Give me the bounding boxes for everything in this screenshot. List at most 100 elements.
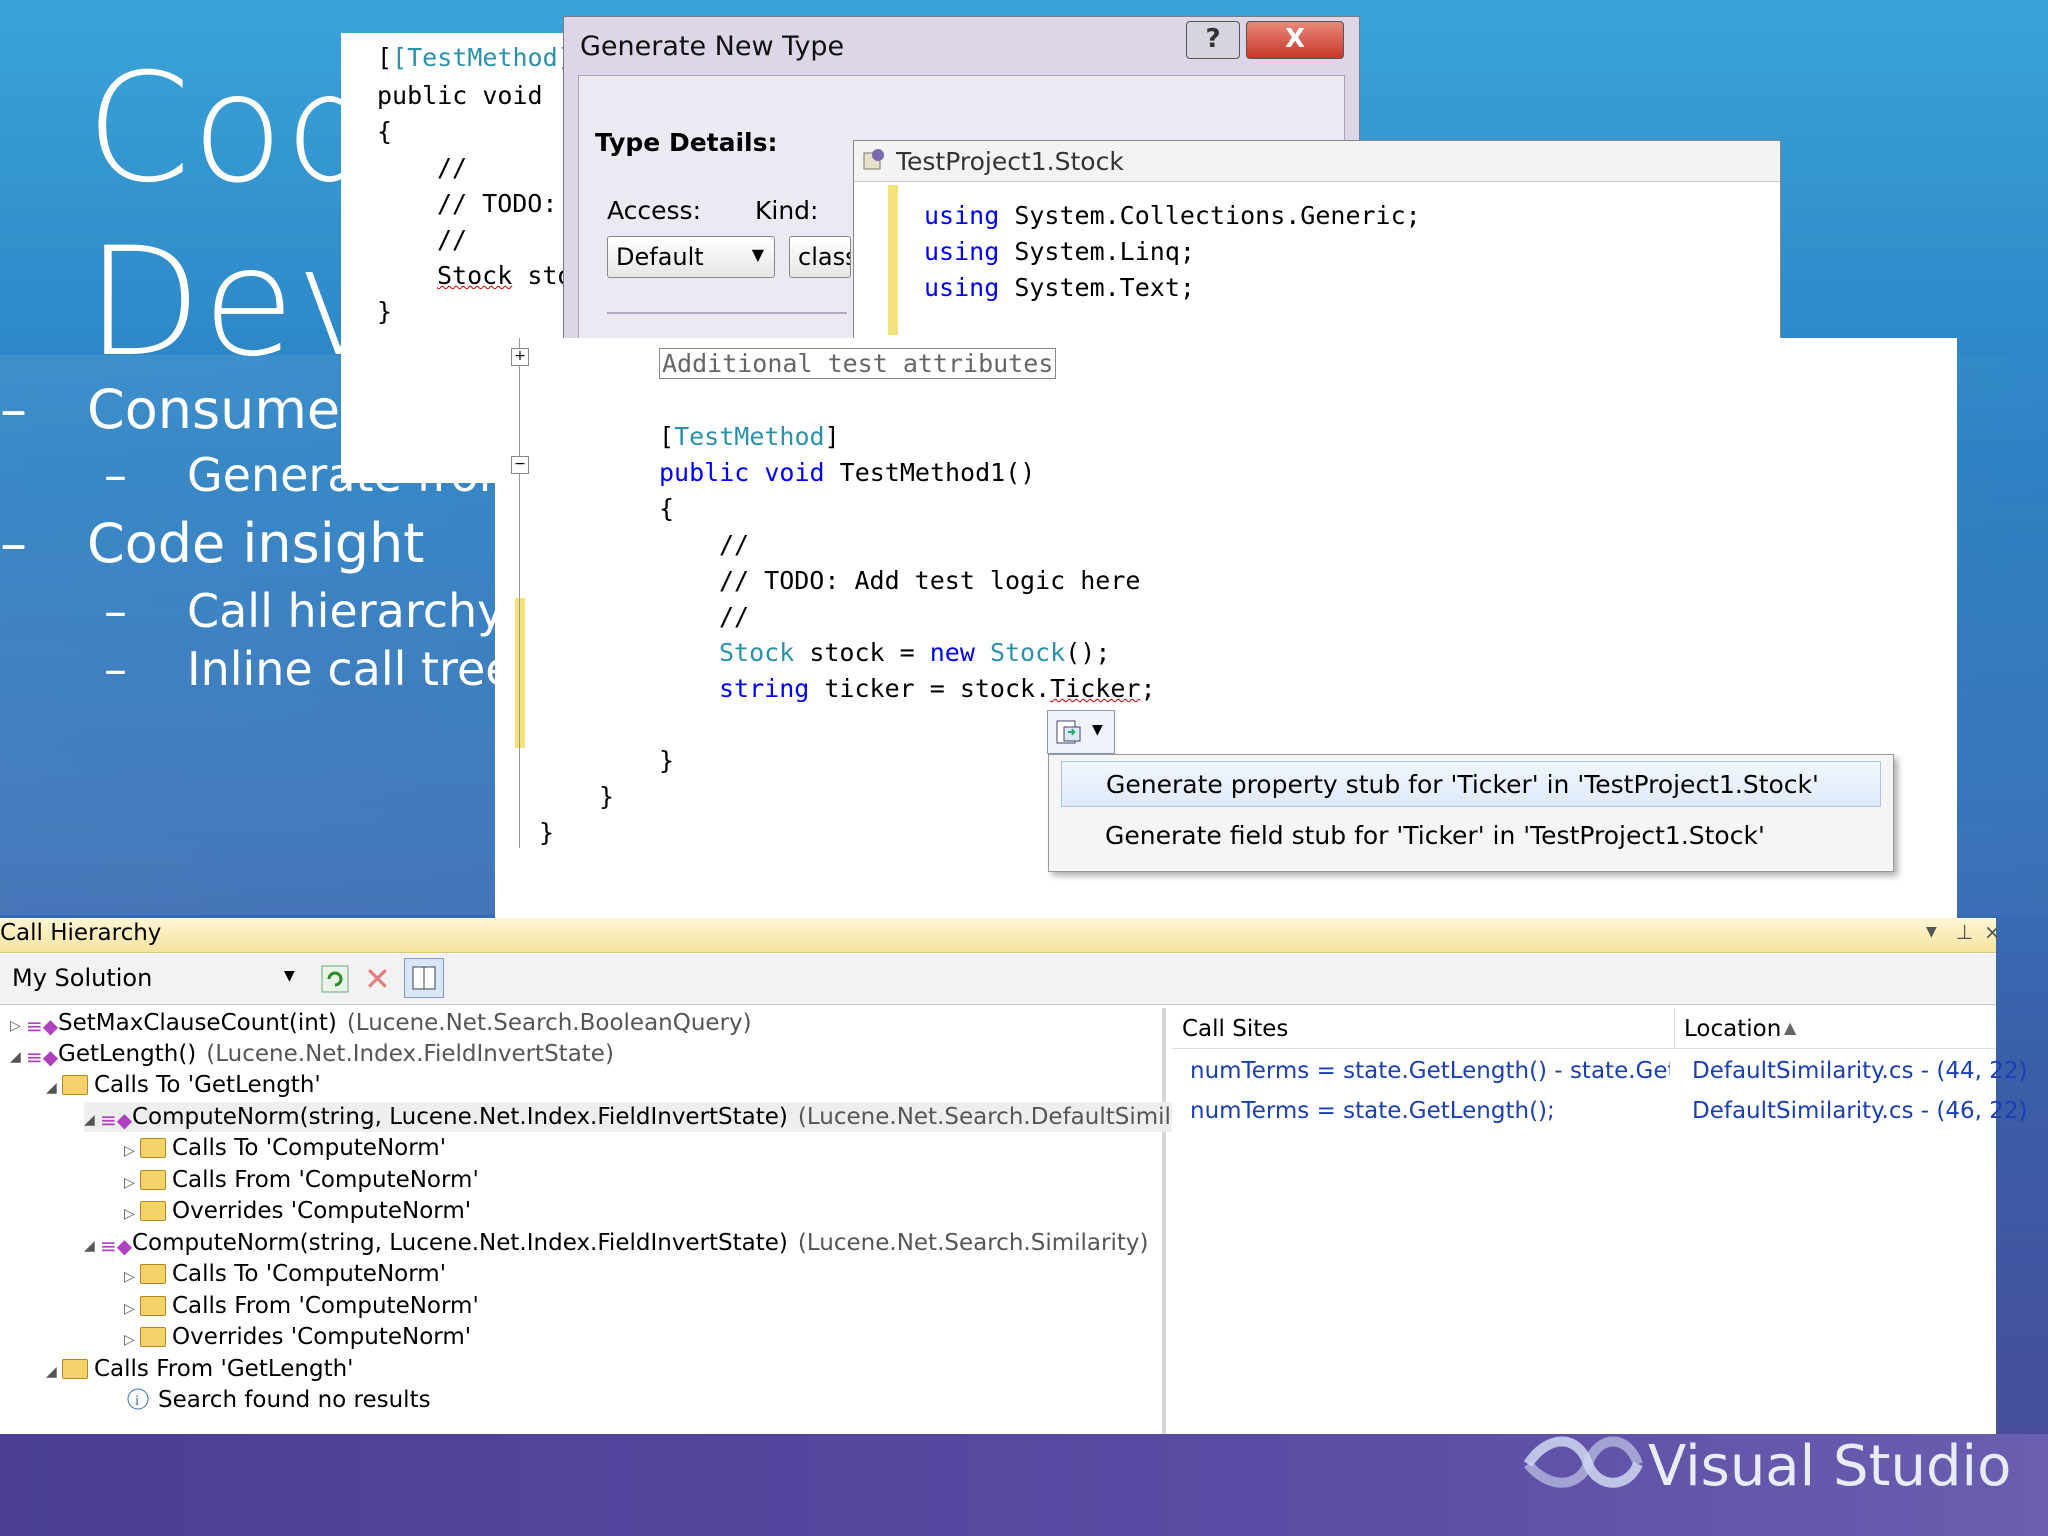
folder-icon (62, 1075, 88, 1095)
call-site-code: numTerms = state.GetLength() - state.Get… (1190, 1058, 1670, 1084)
bg-code-line: Stock sto (437, 261, 573, 290)
folder-icon (140, 1264, 166, 1284)
call-hierarchy-window: Call Hierarchy ▼ ⊥ × My Solution ▼ ✕ ▷ ≡◆… (0, 918, 2027, 1434)
expander-icon[interactable]: ▷ (124, 1136, 140, 1166)
smart-tag-button[interactable]: ▼ (1047, 710, 1115, 754)
window-menu-icon[interactable]: ▼ (1926, 924, 1937, 940)
node-label: SetMaxClauseCount(int) (58, 1010, 337, 1036)
node-label: Search found no results (158, 1387, 431, 1413)
scope-dropdown[interactable]: My Solution ▼ (4, 960, 300, 996)
bullet-dash: – (0, 378, 27, 441)
bg-code-line: public void (377, 81, 543, 110)
scope-value: My Solution (12, 964, 153, 992)
bg-code-line: [[TestMethod]] (377, 43, 588, 72)
tree-folder-node[interactable]: ▷ Calls To 'ComputeNorm' (124, 1133, 446, 1163)
bg-code-line: // (437, 153, 468, 182)
folder-icon (62, 1359, 88, 1379)
subbullet-text: Call hierarchy (187, 584, 505, 638)
refresh-icon[interactable] (320, 964, 350, 994)
column-call-sites[interactable]: Call Sites (1182, 1016, 1288, 1042)
close-button[interactable]: X (1246, 21, 1344, 59)
expander-icon[interactable]: ◢ (84, 1105, 100, 1135)
tree-folder-node[interactable]: ◢ Calls From 'GetLength' (46, 1354, 354, 1384)
code-line: // (719, 602, 750, 631)
folder-icon (140, 1138, 166, 1158)
using-line: using System.Collections.Generic; (924, 201, 1421, 230)
bullet-dash: – (0, 512, 27, 575)
expander-icon[interactable]: ▷ (124, 1294, 140, 1324)
type-preview-window: TestProject1.Stock using System.Collecti… (853, 140, 1781, 342)
bg-code-line: } (377, 297, 393, 326)
menu-item-generate-property[interactable]: Generate property stub for 'Ticker' in '… (1061, 761, 1881, 807)
tree-folder-node[interactable]: ▷ Calls To 'ComputeNorm' (124, 1259, 446, 1289)
toggle-details-pane-icon[interactable] (404, 958, 444, 998)
method-icon: ≡◆ (26, 1045, 59, 1069)
remove-icon[interactable]: ✕ (364, 960, 391, 998)
code-line: // TODO: Add test logic here (719, 566, 1141, 595)
expander-icon[interactable]: ▷ (124, 1199, 140, 1229)
method-icon: ≡◆ (26, 1014, 59, 1038)
node-context: (Lucene.Net.Search.DefaultSimilarity) (797, 1104, 1233, 1130)
tree-folder-node[interactable]: ▷ Overrides 'ComputeNorm' (124, 1322, 471, 1352)
menu-item-generate-field[interactable]: Generate field stub for 'Ticker' in 'Tes… (1061, 813, 1881, 859)
change-margin (515, 598, 525, 748)
call-tree[interactable]: ▷ ≡◆SetMaxClauseCount(int) (Lucene.Net.Sea… (0, 1008, 1239, 1434)
tree-method-node[interactable]: ◢ ≡◆ComputeNorm(string, Lucene.Net.Index.… (84, 1228, 1148, 1258)
kind-dropdown[interactable]: class (789, 236, 851, 278)
node-label: Calls From 'ComputeNorm' (172, 1167, 479, 1193)
bg-code-line: // (437, 225, 468, 254)
tree-folder-node[interactable]: ▷ Calls From 'ComputeNorm' (124, 1291, 479, 1321)
class-icon (862, 147, 886, 173)
change-margin (888, 185, 898, 335)
code-line: } (659, 746, 675, 775)
preview-title: TestProject1.Stock (896, 147, 1124, 176)
slide-subbullet: – Inline call tree (104, 642, 514, 696)
chevron-down-icon: ▼ (284, 968, 295, 984)
tree-folder-node[interactable]: ▷ Calls From 'ComputeNorm' (124, 1165, 479, 1195)
expander-icon[interactable]: ▷ (124, 1168, 140, 1198)
expand-icon[interactable]: + (511, 348, 529, 366)
call-sites-header: Call Sites Location ▲ (1172, 1008, 1996, 1049)
expander-icon[interactable]: ▷ (124, 1325, 140, 1355)
column-divider (1674, 1008, 1675, 1048)
code-line: { (659, 494, 675, 523)
tree-folder-node[interactable]: ◢ Calls To 'GetLength' (46, 1070, 321, 1100)
tree-method-node[interactable]: ◢ ≡◆GetLength() (Lucene.Net.Index.FieldInv… (10, 1039, 614, 1069)
collapse-icon[interactable]: − (511, 456, 529, 474)
expander-icon[interactable]: ▷ (124, 1262, 140, 1292)
expander-icon[interactable]: ◢ (10, 1042, 26, 1072)
close-icon[interactable]: × (1984, 920, 2001, 944)
call-site-row[interactable]: numTerms = state.GetLength() - state.Get… (1172, 1058, 2027, 1092)
tree-folder-node[interactable]: ▷ Overrides 'ComputeNorm' (124, 1196, 471, 1226)
bg-code-line: // TODO: (437, 189, 558, 218)
code-line: Stock stock = new Stock(); (719, 638, 1111, 667)
node-context: (Lucene.Net.Search.Similarity) (797, 1230, 1149, 1256)
call-site-location: DefaultSimilarity.cs - (46, 22) (1692, 1098, 2028, 1124)
dialog-title: Generate New Type (580, 31, 845, 62)
help-button[interactable]: ? (1186, 21, 1240, 59)
node-label: Overrides 'ComputeNorm' (172, 1324, 472, 1350)
expander-icon[interactable]: ▷ (10, 1011, 26, 1041)
expander-icon[interactable]: ◢ (46, 1073, 62, 1103)
bullet-dash: – (104, 584, 127, 638)
tree-info-node[interactable]: i Search found no results (110, 1385, 431, 1415)
node-label: Calls From 'GetLength' (94, 1356, 354, 1382)
node-label: Calls To 'GetLength' (94, 1072, 321, 1098)
call-site-row[interactable]: numTerms = state.GetLength(); DefaultSimi… (1172, 1098, 2027, 1132)
node-context: (Lucene.Net.Search.BooleanQuery) (346, 1010, 752, 1036)
code-line: } (539, 818, 555, 847)
separator (607, 312, 847, 314)
tree-method-node[interactable]: ◢ ≡◆ComputeNorm(string, Lucene.Net.Index.… (84, 1102, 1239, 1135)
using-line: using System.Text; (924, 273, 1195, 302)
column-location[interactable]: Location (1684, 1016, 1781, 1042)
tree-method-node[interactable]: ▷ ≡◆SetMaxClauseCount(int) (Lucene.Net.Sea… (10, 1008, 752, 1038)
expander-icon[interactable]: ◢ (84, 1231, 100, 1261)
access-dropdown[interactable]: Default ▼ (607, 236, 775, 278)
collapsed-region[interactable]: Additional test attributes (659, 348, 1057, 379)
slide-bullet: – Code insight (0, 512, 424, 575)
folder-icon (140, 1170, 166, 1190)
expander-icon[interactable]: ◢ (46, 1357, 62, 1387)
code-line: string ticker = stock.Ticker; (719, 674, 1156, 703)
pin-icon[interactable]: ⊥ (1956, 920, 1973, 944)
chevron-down-icon: ▼ (751, 245, 764, 264)
